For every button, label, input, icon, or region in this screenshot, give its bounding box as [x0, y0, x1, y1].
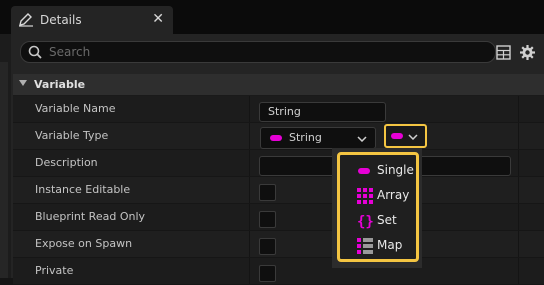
menu-item-set[interactable]: {} Set — [340, 209, 416, 234]
container-type-button[interactable] — [384, 124, 427, 148]
map-icon — [357, 238, 373, 254]
property-row-private: Private — [13, 258, 544, 285]
instance-editable-checkbox[interactable] — [259, 184, 276, 201]
property-row-blueprint-read-only: Blueprint Read Only — [13, 204, 544, 231]
search-icon — [28, 45, 42, 59]
collapse-arrow-icon[interactable] — [19, 80, 27, 86]
property-row-instance-editable: Instance Editable — [13, 177, 544, 204]
table-view-icon[interactable] — [496, 45, 511, 60]
container-type-menu: Single Array {} Set Map — [337, 152, 419, 262]
property-label: Description — [35, 156, 98, 169]
property-row-expose-on-spawn: Expose on Spawn — [13, 231, 544, 258]
variable-name-value: String — [268, 105, 301, 118]
expose-on-spawn-checkbox[interactable] — [259, 238, 276, 255]
property-label: Instance Editable — [35, 183, 131, 196]
array-grid-icon — [357, 188, 373, 204]
menu-item-array[interactable]: Array — [340, 184, 416, 209]
single-pill-icon — [358, 168, 370, 174]
property-label: Variable Name — [35, 102, 116, 115]
single-pill-icon — [391, 133, 403, 139]
section-title: Variable — [34, 78, 86, 91]
menu-item-single[interactable]: Single — [340, 159, 416, 184]
menu-item-label: Array — [377, 188, 410, 202]
gear-icon[interactable] — [519, 44, 536, 61]
tab-bar: Details ✕ — [0, 0, 544, 34]
svg-text:{}: {} — [357, 214, 373, 229]
private-checkbox[interactable] — [259, 265, 276, 282]
menu-item-label: Single — [377, 163, 414, 177]
menu-item-label: Set — [377, 213, 397, 227]
pencil-icon — [18, 13, 34, 27]
string-pin-icon — [270, 135, 282, 141]
variable-type-dropdown[interactable]: String — [260, 127, 376, 149]
details-tab[interactable]: Details ✕ — [11, 6, 173, 34]
tab-title: Details — [40, 13, 82, 27]
menu-item-map[interactable]: Map — [340, 234, 416, 259]
property-label: Blueprint Read Only — [35, 210, 146, 223]
variable-section-header[interactable]: Variable — [13, 74, 544, 96]
property-label: Private — [35, 264, 74, 277]
chevron-down-icon — [357, 136, 367, 142]
variable-type-value: String — [289, 131, 322, 144]
chevron-down-icon — [408, 134, 418, 140]
search-placeholder: Search — [49, 45, 91, 59]
property-label: Variable Type — [35, 129, 109, 142]
set-braces-icon: {} — [357, 214, 373, 229]
variable-name-input[interactable]: String — [259, 102, 386, 122]
menu-item-label: Map — [377, 238, 403, 252]
search-input[interactable]: Search — [20, 41, 496, 63]
property-label: Expose on Spawn — [35, 237, 133, 250]
close-icon[interactable]: ✕ — [152, 11, 164, 27]
blueprint-read-only-checkbox[interactable] — [259, 211, 276, 228]
left-edge — [0, 34, 11, 278]
